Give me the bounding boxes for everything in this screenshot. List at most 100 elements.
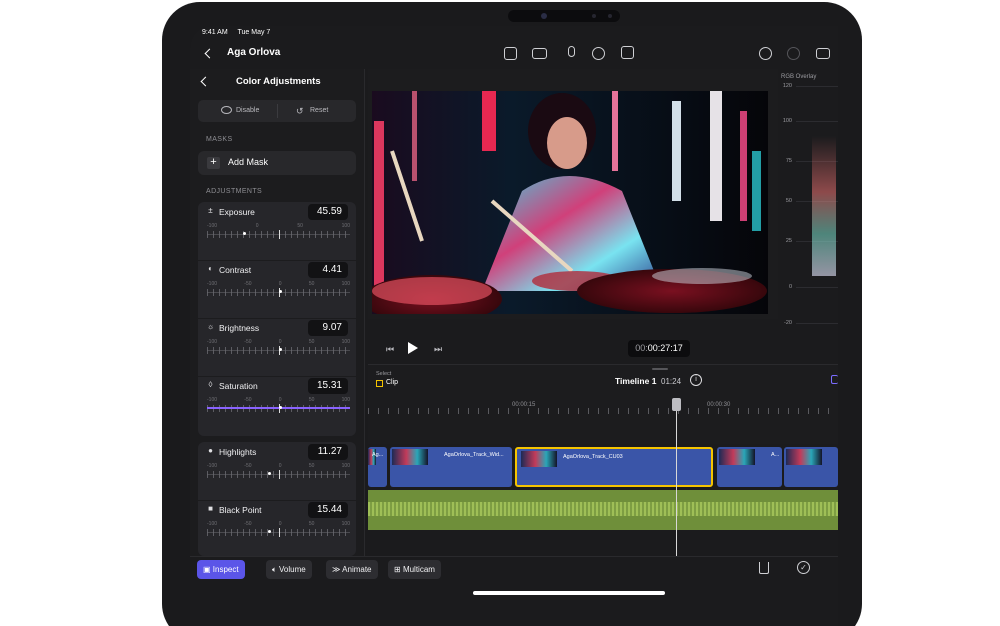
import-icon[interactable] [504,47,517,60]
adjustment-value-field[interactable]: 45.59 [308,204,348,220]
undo-icon[interactable] [759,47,772,60]
home-indicator [473,591,665,595]
next-frame-icon[interactable]: ⏭ [434,344,442,355]
redo-icon[interactable] [787,47,800,60]
adjustment-slider[interactable] [207,230,350,239]
volume-button[interactable]: 🔈︎ Volume [266,560,312,579]
slider-scale-labels: -100 -50 0 50 100 [207,463,350,469]
slider-scale-label: 50 [308,521,315,527]
video-preview[interactable] [372,91,768,314]
adjustment-slider[interactable] [207,404,350,413]
timeline-grabber[interactable] [652,368,668,370]
timecode-value: 00:27:17 [647,343,683,353]
exposure-icon: ± [208,206,213,215]
multicam-button[interactable]: ⊞ Multicam [388,560,441,579]
share-icon[interactable] [621,46,634,59]
slider-scale-labels: -100 -50 0 50 100 [207,339,350,345]
viewer-layout-icon[interactable] [816,48,830,59]
slider-scale-label: 100 [341,521,350,527]
inspect-icon: ▣ [203,565,213,574]
adjustment-slider[interactable] [207,346,350,355]
adjustment-value-field[interactable]: 15.31 [308,378,348,394]
scope-axis-label: 50 [785,198,792,204]
scope-axis-label: 100 [782,118,792,124]
clip-label: AgaOrlova_Track_CU03 [563,454,623,460]
adjustment-value-field[interactable]: 9.07 [308,320,348,336]
inspect-button[interactable]: ▣ Inspect [197,560,245,579]
slider-scale-labels: -100 -50 0 50 100 [207,397,350,403]
reset-button[interactable]: Reset [310,107,328,114]
trash-icon[interactable] [759,562,769,574]
slider-knob[interactable] [279,406,282,409]
scope-title: RGB Overlay [781,74,817,80]
timecode-marker-30: 00:00:30 [707,402,731,408]
back-icon[interactable] [204,48,215,59]
project-title: Aga Orlova [227,47,281,58]
speaker-icon: 🔈︎ [272,565,280,574]
video-clip[interactable] [784,447,838,487]
slider-knob[interactable] [268,530,271,533]
checkmark-icon[interactable]: ✓ [797,561,810,574]
adjustments-section-label: ADJUSTMENTS [206,188,263,195]
video-clip[interactable]: A... [717,447,782,487]
adjustment-slider[interactable] [207,470,350,479]
disable-button[interactable]: Disable [236,107,259,114]
animate-label: Animate [342,565,372,574]
adjustment-value-field[interactable]: 15.44 [308,502,348,518]
play-icon[interactable] [408,342,418,354]
slider-scale-label: -50 [244,339,252,345]
pen-icon[interactable] [592,47,605,60]
row-divider [198,260,356,261]
slider-scale-label: 100 [341,281,350,287]
slider-scale-label: -50 [244,521,252,527]
contrast-icon: ◐ [208,264,213,273]
video-clip[interactable]: AgaOrlova_Track_Wid... [390,447,512,487]
black-point-icon: ■ [208,504,213,513]
slider-scale-label: -100 [207,463,218,469]
reset-icon: ↺ [296,106,304,116]
slider-knob[interactable] [268,472,271,475]
slider-knob[interactable] [243,232,246,235]
segment-divider [277,104,278,118]
slider-scale-label: 0 [278,397,282,403]
selected-video-clip[interactable]: AgaOrlova_Track_CU03 [515,447,713,487]
slider-knob[interactable] [279,348,282,351]
slider-scale-label: 0 [255,223,259,229]
timecode-prefix: 00: [635,343,648,353]
adjustment-value-field[interactable]: 4.41 [308,262,348,278]
previous-frame-icon[interactable]: ⏮ [386,344,394,355]
scope-gridline [796,121,838,122]
slider-playhead-marker [279,470,280,479]
audio-track[interactable] [368,490,838,530]
adjustment-value-field[interactable]: 11.27 [308,444,348,460]
saturation-icon: ◊ [208,380,213,389]
app-screen: 9:41 AM Tue May 7 Aga Orlova Color Adjus… [190,26,838,626]
slider-scale-label: 50 [308,281,315,287]
slider-scale-label: 50 [297,223,303,229]
timeline-options-icon[interactable] [831,375,838,384]
plus-icon: + [207,157,220,169]
animate-icon: ≫ [332,565,343,574]
timeline-ruler[interactable] [368,396,838,444]
adjustment-slider[interactable] [207,288,350,297]
select-label: Select [376,371,392,377]
video-clip[interactable]: Ag... [368,447,387,487]
adjustment-slider[interactable] [207,528,350,537]
add-mask-button[interactable] [198,151,356,175]
animate-button[interactable]: ≫ Animate [326,560,378,579]
microphone-icon[interactable] [568,46,575,57]
brightness-icon: ☼ [206,322,215,331]
slider-playhead-marker [279,230,280,239]
slider-scale-label: 100 [341,397,350,403]
info-icon[interactable]: i [690,374,702,386]
clip-select-button[interactable]: Clip [386,379,398,386]
adjustment-label: Saturation [219,381,258,391]
multicam-label: Multicam [402,565,435,574]
slider-scale-label: 100 [341,223,350,229]
slider-knob[interactable] [279,290,282,293]
timeline-ruler-ticks [368,408,838,414]
camera-icon[interactable] [532,48,547,59]
status-bar: 9:41 AM Tue May 7 [202,29,278,36]
playhead-handle[interactable] [672,398,681,411]
drummer-frame [372,91,768,314]
